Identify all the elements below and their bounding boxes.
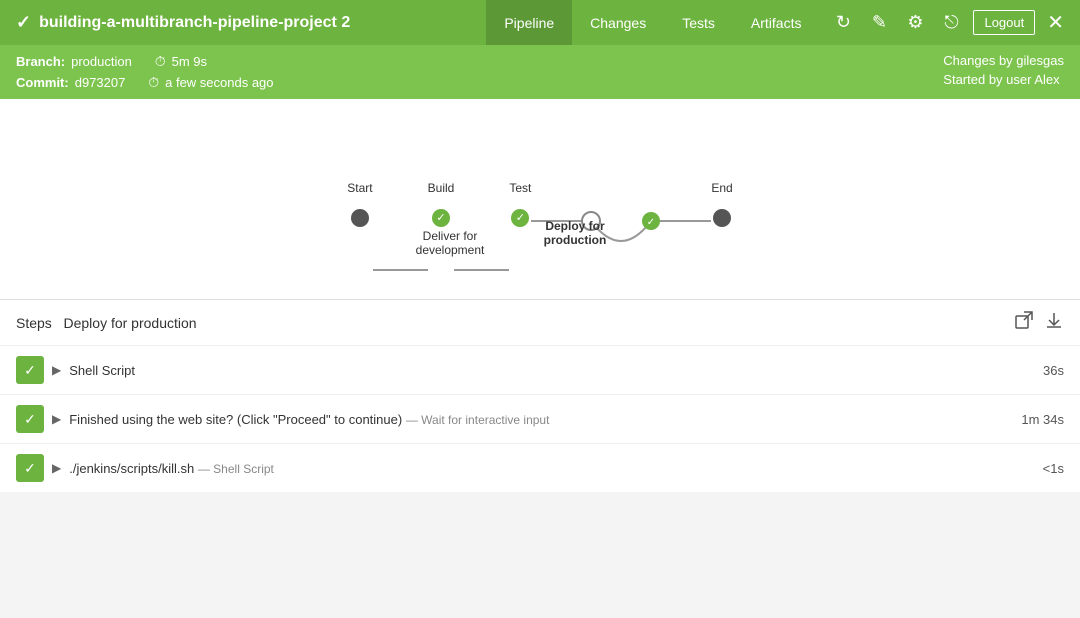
steps-title: Steps Deploy for production xyxy=(16,315,197,331)
edit-icon[interactable]: ✎ xyxy=(865,9,893,37)
stage-build: Build ✓ xyxy=(428,181,455,227)
steps-stage-name: Deploy for production xyxy=(63,315,196,331)
settings-icon[interactable]: ⚙ xyxy=(901,9,929,37)
started-by-row: Started by user Alex xyxy=(943,72,1064,87)
tab-pipeline[interactable]: Pipeline xyxy=(486,0,572,45)
main-header: ✓ building-a-multibranch-pipeline-projec… xyxy=(0,0,1080,45)
page-title: building-a-multibranch-pipeline-project … xyxy=(39,14,350,32)
stage-build-node[interactable]: ✓ xyxy=(432,209,450,227)
step-time-shell-script: 36s xyxy=(1043,363,1064,378)
line-build-test xyxy=(454,269,509,271)
logout-button[interactable]: Logout xyxy=(973,10,1035,35)
sub-header: Branch: production ⏱ 5m 9s Commit: d9732… xyxy=(0,45,1080,99)
tab-artifacts[interactable]: Artifacts xyxy=(733,0,820,45)
sub-header-right: Changes by gilesgas Started by user Alex xyxy=(943,53,1064,91)
page-title-area: ✓ building-a-multibranch-pipeline-projec… xyxy=(16,12,486,33)
changes-by-row: Changes by gilesgas xyxy=(943,53,1064,68)
branch-value: production xyxy=(71,54,132,69)
steps-actions xyxy=(1014,310,1064,335)
changes-by: Changes by gilesgas xyxy=(943,53,1064,68)
step-check-finished-web: ✓ xyxy=(16,405,44,433)
success-check-icon: ✓ xyxy=(16,12,31,33)
step-chevron-shell-script[interactable]: ▶ xyxy=(52,363,61,377)
stage-start-node xyxy=(351,209,369,227)
stage-end: End xyxy=(711,181,732,227)
step-row-finished-web: ✓ ▶ Finished using the web site? (Click … xyxy=(0,394,1080,443)
commit-label: Commit: xyxy=(16,75,69,90)
step-time-kill-script: <1s xyxy=(1043,461,1064,476)
stage-test: Test ✓ xyxy=(509,181,531,227)
duration-value: 5m 9s xyxy=(172,54,207,69)
line-start-build xyxy=(373,269,428,271)
step-check-kill-script: ✓ xyxy=(16,454,44,482)
stage-end-label: End xyxy=(711,181,732,197)
commit-row: Commit: d973207 ⏱ a few seconds ago xyxy=(16,74,274,91)
branch-label: Branch: xyxy=(16,54,65,69)
step-row-kill-script: ✓ ▶ ./jenkins/scripts/kill.sh — Shell Sc… xyxy=(0,443,1080,492)
steps-section: Steps Deploy for production xyxy=(0,299,1080,492)
stage-deploy-label: Deploy forproduction xyxy=(530,219,620,247)
stage-deliver-label: Deliver fordevelopment xyxy=(410,229,490,257)
stage-start: Start xyxy=(347,181,372,227)
started-by: Started by user Alex xyxy=(943,72,1059,87)
step-name-finished-web[interactable]: Finished using the web site? (Click "Pro… xyxy=(69,412,1021,427)
steps-header: Steps Deploy for production xyxy=(0,300,1080,345)
time-icon: ⏱ xyxy=(148,74,159,91)
step-row-shell-script: ✓ ▶ Shell Script 36s xyxy=(0,345,1080,394)
duration-icon: ⏱ xyxy=(155,53,166,70)
commit-value: d973207 xyxy=(75,75,126,90)
svg-text:✓: ✓ xyxy=(647,217,655,228)
step-check-shell-script: ✓ xyxy=(16,356,44,384)
stage-end-node xyxy=(713,209,731,227)
step-name-shell-script[interactable]: Shell Script xyxy=(69,363,1043,378)
step-chevron-finished-web[interactable]: ▶ xyxy=(52,412,61,426)
header-icons-area: ↻ ✎ ⚙ ⎋ Logout ✕ xyxy=(829,9,1064,37)
export-icon[interactable]: ⎋ xyxy=(937,9,965,37)
tab-tests[interactable]: Tests xyxy=(664,0,733,45)
pipeline-diagram: Start Build ✓ Test ✓ ✓ Deliver fordevelo… xyxy=(0,99,1080,299)
stage-test-node[interactable]: ✓ xyxy=(511,209,529,227)
stage-test-label: Test xyxy=(509,181,531,197)
external-link-icon[interactable] xyxy=(1014,310,1034,335)
step-sub-kill-script: — Shell Script xyxy=(198,462,274,476)
step-chevron-kill-script[interactable]: ▶ xyxy=(52,461,61,475)
stage-build-label: Build xyxy=(428,181,455,197)
stage-start-label: Start xyxy=(347,181,372,197)
step-sub-finished-web: — Wait for interactive input xyxy=(406,413,550,427)
sub-header-left: Branch: production ⏱ 5m 9s Commit: d9732… xyxy=(16,53,274,91)
nav-tabs: Pipeline Changes Tests Artifacts xyxy=(486,0,819,45)
tab-changes[interactable]: Changes xyxy=(572,0,664,45)
step-time-finished-web: 1m 34s xyxy=(1021,412,1064,427)
branch-row: Branch: production ⏱ 5m 9s xyxy=(16,53,274,70)
close-icon[interactable]: ✕ xyxy=(1047,10,1064,35)
time-value: a few seconds ago xyxy=(165,75,273,90)
steps-prefix: Steps xyxy=(16,315,52,331)
refresh-icon[interactable]: ↻ xyxy=(829,9,857,37)
step-name-kill-script[interactable]: ./jenkins/scripts/kill.sh — Shell Script xyxy=(69,461,1042,476)
download-icon[interactable] xyxy=(1044,310,1064,335)
